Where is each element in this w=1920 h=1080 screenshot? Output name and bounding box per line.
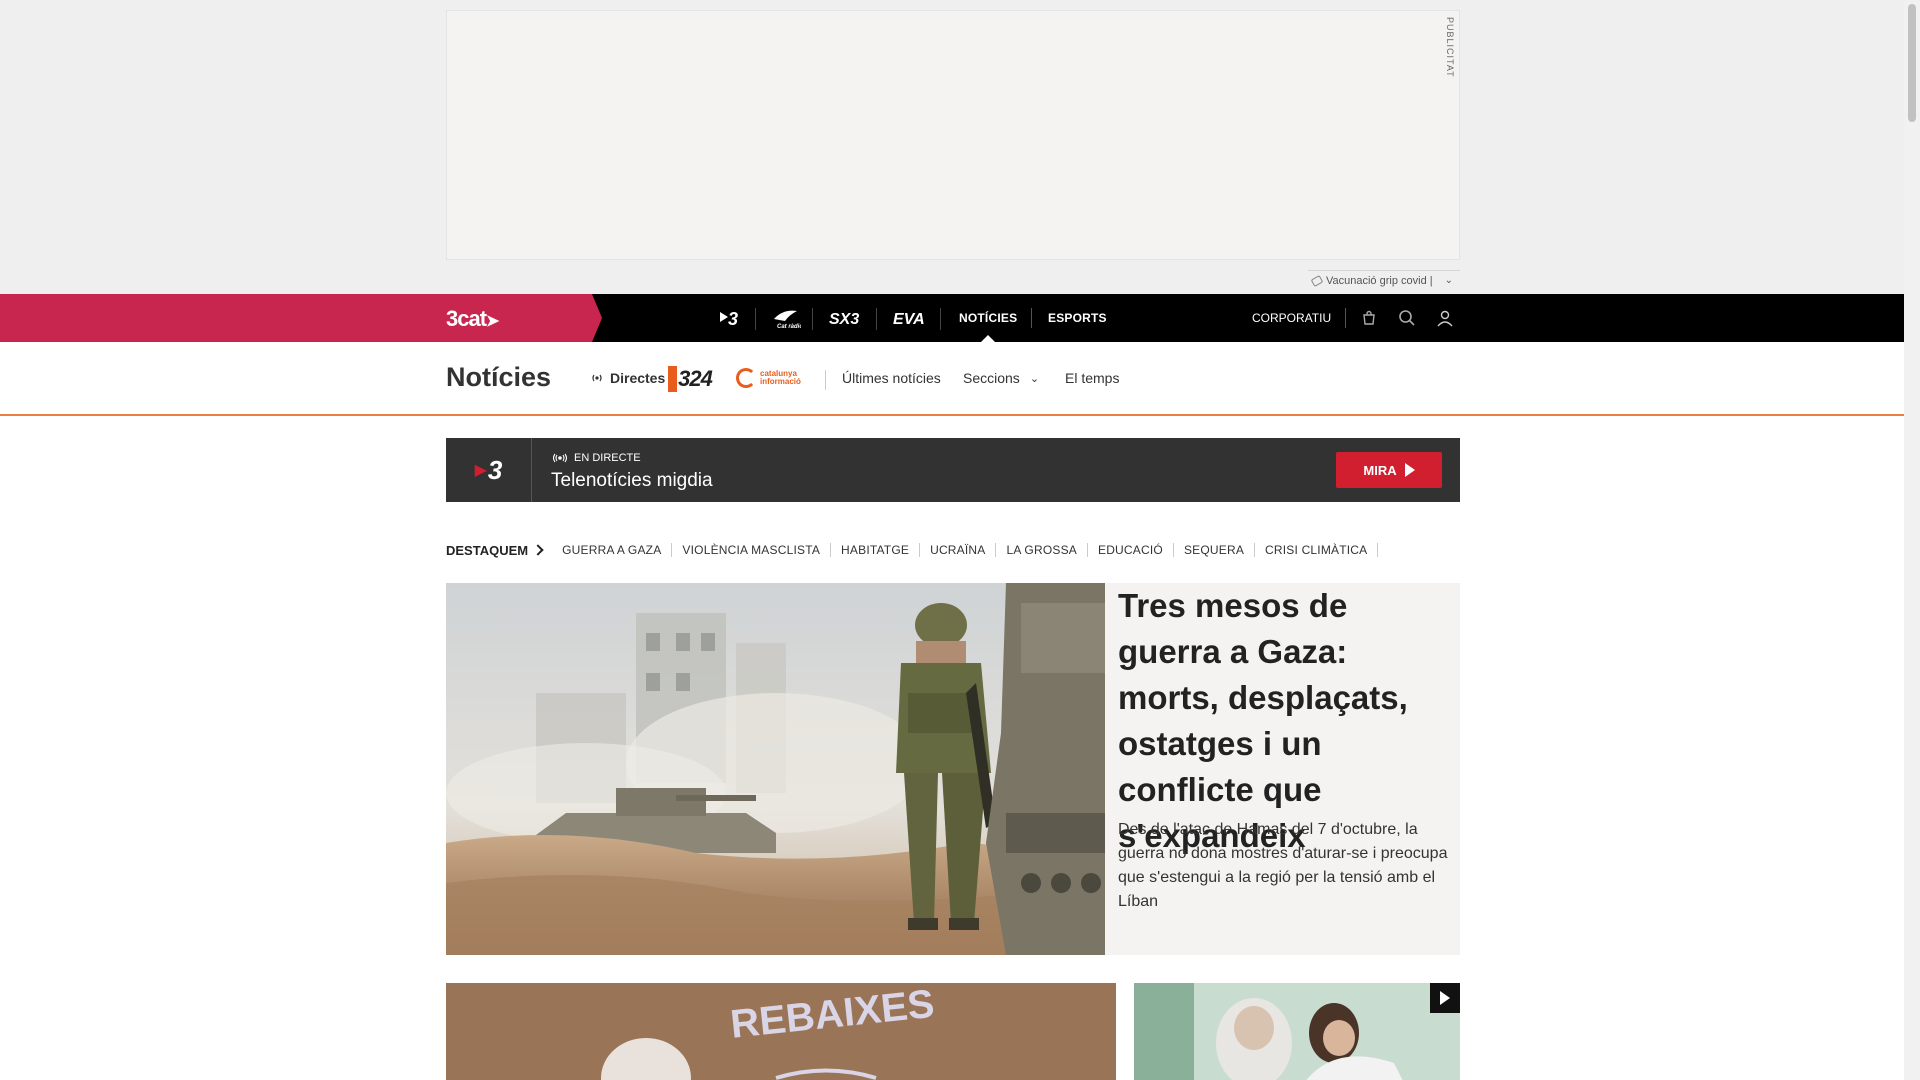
eva-logo-icon: EVA [893, 311, 925, 328]
nav-divider [1031, 308, 1032, 328]
ad-label: PUBLICITAT [1445, 17, 1455, 78]
logo-324-accent [668, 366, 678, 392]
live-directes-label: Directes [610, 370, 666, 386]
hero-photo[interactable] [446, 583, 1105, 955]
svg-text:3: 3 [728, 309, 738, 328]
play-triangle [1440, 991, 1450, 1005]
top-navigation: 3cat➤ 3 Cat ràdio SX3 EVA NOTÍCIES ESPOR… [0, 294, 1904, 342]
live-directes[interactable]: Directes [590, 370, 665, 386]
live-broadcast-icon [592, 374, 602, 382]
logo-text: 3cat [446, 306, 487, 331]
search-icon[interactable] [1395, 306, 1419, 330]
catalunya-informacio-logo[interactable]: catalunya informació [736, 368, 801, 388]
tv3-logo-icon: 3 [720, 309, 738, 328]
highlight-item[interactable]: LA GROSSA [996, 543, 1088, 557]
highlight-item[interactable]: CRISI CLIMÀTICA [1255, 543, 1379, 557]
watch-button[interactable]: MIRA [1336, 452, 1442, 488]
live-channel-logo: ▶ 3 [446, 438, 532, 502]
highlights-bar: DESTAQUEM GUERRA A GAZA VIOLÈNCIA MASCLI… [446, 540, 1379, 560]
highlight-item[interactable]: HABITATGE [831, 543, 921, 557]
hero-lead: Des de l'atac de Hamas del 7 d'octubre, … [1118, 821, 1448, 910]
channel-catradio[interactable]: Cat ràdio [758, 294, 813, 342]
svg-text:EVA: EVA [893, 311, 925, 328]
channel-eva[interactable]: EVA [879, 294, 941, 342]
rebaixes-photo: REBAIXES [446, 983, 1116, 1080]
highlight-item[interactable]: EDUCACIÓ [1088, 543, 1174, 557]
ad-zone: PUBLICITAT Vacunació grip covid | ⌄ [0, 0, 1904, 294]
svg-text:SX3: SX3 [829, 311, 859, 328]
live-banner[interactable]: ▶ 3 EN DIRECTE Telenotícies migdia MIRA [446, 438, 1460, 502]
soldier-photo-illustration [446, 583, 1105, 955]
channel-3[interactable]: 3 [706, 294, 756, 342]
sx3-logo-icon: SX3 [829, 311, 859, 328]
section-divider [825, 370, 826, 390]
story-card-video[interactable] [1134, 983, 1460, 1080]
live-program-title: Telenotícies migdia [551, 470, 713, 491]
play-icon [1404, 463, 1415, 477]
page-scrollbar[interactable] [1904, 0, 1920, 1080]
user-icon[interactable] [1433, 306, 1457, 330]
chevron-down-icon: ⌄ [1444, 275, 1453, 286]
nav-esports[interactable]: ESPORTS [1048, 294, 1107, 342]
shop-icon[interactable] [1357, 306, 1381, 330]
live-tag: EN DIRECTE [552, 452, 641, 464]
live-broadcast-icon [552, 453, 568, 463]
logo-arrow-icon: ➤ [486, 313, 499, 330]
ad-topic-label: Vacunació grip covid | [1326, 274, 1433, 287]
live-tag-label: EN DIRECTE [574, 452, 641, 464]
section-header: Notícies Directes 324 catalunya informaci… [0, 342, 1904, 416]
catradio-logo-icon: Cat ràdio [773, 310, 801, 329]
story-card[interactable]: REBAIXES [446, 983, 1116, 1080]
logo-324-text: 324 [678, 366, 713, 391]
scrollbar-thumb[interactable] [1908, 4, 1916, 122]
chevron-down-icon: ⌄ [1029, 372, 1040, 385]
catinfo-text: catalunya informació [760, 370, 801, 386]
link-ultimes-noticies[interactable]: Últimes notícies [842, 370, 941, 386]
channel-sx3[interactable]: SX3 [815, 294, 877, 342]
video-play-icon [1430, 983, 1460, 1013]
logo-3cat[interactable]: 3cat➤ [446, 306, 499, 332]
catinfo-circle-icon [736, 368, 756, 388]
highlight-item[interactable]: VIOLÈNCIA MASCLISTA [672, 543, 832, 557]
live-channel-text: 3 [487, 454, 503, 485]
highlight-item[interactable]: GUERRA A GAZA [552, 543, 673, 557]
highlights-head: DESTAQUEM [446, 542, 529, 558]
watch-button-label: MIRA [1363, 462, 1397, 478]
link-el-temps[interactable]: El temps [1065, 370, 1119, 386]
catinfo-line2: informació [760, 377, 801, 386]
nav-corporatiu[interactable]: CORPORATIU [1252, 294, 1331, 342]
highlight-item[interactable]: SEQUERA [1174, 543, 1256, 557]
hero-article: Tres mesos de guerra a Gaza: morts, desp… [446, 583, 1460, 955]
ad-topic-selector[interactable]: Vacunació grip covid | ⌄ [1308, 270, 1460, 290]
nav-divider [1345, 308, 1346, 328]
tv3-slash-icon: ▶ [474, 462, 487, 479]
nav-noticies[interactable]: NOTÍCIES [959, 294, 1017, 342]
sections-dropdown[interactable]: Seccions ⌄ [963, 370, 1039, 386]
brand-block [0, 294, 602, 342]
ad-banner[interactable]: PUBLICITAT [446, 10, 1460, 260]
chevron-right-icon [532, 544, 544, 556]
tag-icon [1310, 274, 1324, 287]
svg-text:Cat ràdio: Cat ràdio [777, 324, 801, 329]
sections-label: Seccions [963, 370, 1020, 386]
channel-324-logo[interactable]: 324 [668, 366, 713, 392]
highlight-item[interactable]: UCRAÏNA [920, 543, 997, 557]
page-title: Notícies [446, 362, 552, 392]
elderly-care-photo [1134, 983, 1460, 1080]
